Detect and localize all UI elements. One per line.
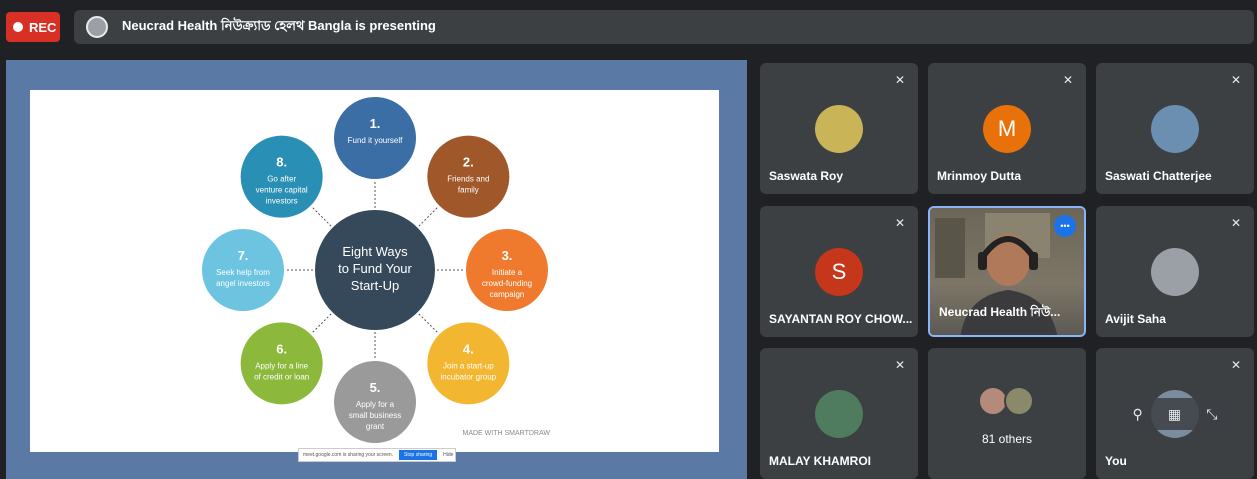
avatar	[815, 105, 863, 153]
mic-off-icon: ✕	[894, 73, 906, 87]
avatar: S	[815, 248, 863, 296]
participant-tile[interactable]: ✕ S SAYANTAN ROY CHOW...	[760, 206, 918, 337]
step-label: Join a start-up	[443, 361, 494, 370]
step-number: 3.	[502, 248, 513, 263]
minimize-icon[interactable]: ⤡	[1206, 406, 1217, 423]
step-number: 7.	[238, 248, 249, 263]
participant-name: Saswati Chatterjee	[1105, 169, 1212, 183]
step-label: Seek help from	[216, 268, 270, 277]
participant-name: Neucrad Health নিউ...	[939, 305, 1061, 319]
self-tile-controls: ⚲ ▦ ⤡	[1120, 398, 1230, 430]
participant-name: Avijit Saha	[1105, 312, 1166, 326]
step-label: grant	[366, 422, 385, 431]
avatar	[1151, 105, 1199, 153]
step-label: Fund it yourself	[348, 136, 403, 145]
connector-line	[418, 313, 439, 334]
presenting-banner: Neucrad Health নিউক্র্যাড হেলথ Bangla is…	[74, 10, 1254, 44]
shared-slide: 1. Fund it yourself 2. Friends and family 3. I…	[30, 90, 719, 452]
step-label: Apply for a line	[255, 361, 308, 370]
mic-off-icon: ✕	[1230, 216, 1242, 230]
step-label: Go after	[267, 175, 296, 184]
grid-icon[interactable]: ▦	[1168, 406, 1181, 423]
recording-label: REC	[29, 19, 57, 35]
presenting-text: Neucrad Health নিউক্র্যাড হেলথ Bangla is…	[122, 17, 436, 33]
active-speaker-tile[interactable]: ••• Neucrad Health নিউ...	[928, 206, 1086, 337]
step-label: crowd-funding	[482, 279, 532, 288]
step-label: incubator group	[441, 372, 497, 381]
headphone-left	[978, 252, 987, 270]
pin-icon[interactable]: ⚲	[1133, 406, 1143, 423]
step-label: family	[458, 186, 479, 195]
step-label: of credit or loan	[254, 372, 309, 381]
mic-off-icon: ✕	[1230, 73, 1242, 87]
avatar	[1151, 248, 1199, 296]
participant-tile[interactable]: ✕ Saswata Roy	[760, 63, 918, 194]
participant-tile[interactable]: ✕ M Mrinmoy Dutta	[928, 63, 1086, 194]
self-tile[interactable]: ✕ ⚲ ▦ ⤡ You	[1096, 348, 1254, 479]
step-number: 8.	[276, 155, 287, 170]
mic-off-icon: ✕	[894, 216, 906, 230]
step-number: 5.	[370, 380, 381, 395]
share-bar-text: meet.google.com is sharing your screen.	[303, 452, 394, 458]
center-title: Eight Ways	[342, 244, 408, 259]
step-label: venture capital	[256, 186, 308, 195]
footer-label: MADE WITH SMARTDRAW	[463, 430, 551, 437]
speaking-indicator-icon: •••	[1054, 215, 1076, 237]
avatar: M	[983, 105, 1031, 153]
wall-shelf	[935, 218, 965, 278]
step-label: small business	[349, 411, 401, 420]
participant-tile[interactable]: ✕ Saswati Chatterjee	[1096, 63, 1254, 194]
presentation-stage: 1. Fund it yourself 2. Friends and family 3. I…	[6, 60, 747, 479]
avatar-letter: M	[997, 116, 1017, 141]
step-number: 6.	[276, 341, 287, 356]
mic-off-icon: ✕	[1062, 73, 1074, 87]
connector-line	[311, 313, 332, 334]
avatar	[1004, 386, 1034, 416]
connector-line	[311, 206, 332, 227]
others-tile[interactable]: 81 others	[928, 348, 1086, 479]
step-number: 2.	[463, 155, 474, 170]
participant-name: MALAY KHAMROI	[769, 454, 872, 468]
slide-diagram: 1. Fund it yourself 2. Friends and family 3. I…	[202, 97, 551, 443]
participant-name: Saswata Roy	[769, 169, 844, 183]
center-title: Start-Up	[351, 278, 399, 293]
step-label: Apply for a	[356, 400, 395, 409]
top-bar: REC Neucrad Health নিউক্র্যাড হেলথ Bangl…	[0, 0, 1257, 48]
others-count: 81 others	[981, 432, 1033, 446]
step-label: campaign	[490, 290, 525, 299]
record-dot-icon	[13, 22, 23, 32]
step-label: Initiate a	[492, 268, 523, 277]
center-title: to Fund Your	[338, 261, 412, 276]
participant-name: You	[1105, 454, 1127, 468]
step-label: Friends and	[447, 175, 489, 184]
participant-tile[interactable]: ✕ Avijit Saha	[1096, 206, 1254, 337]
mic-off-icon: ✕	[894, 358, 906, 372]
presenter-avatar	[86, 16, 108, 38]
mic-off-icon: ✕	[1230, 358, 1242, 372]
recording-indicator: REC	[6, 12, 60, 42]
step-number: 4.	[463, 341, 474, 356]
participant-tile[interactable]: ✕ MALAY KHAMROI	[760, 348, 918, 479]
participant-name: Mrinmoy Dutta	[937, 169, 1021, 183]
avatar-letter: S	[831, 259, 847, 284]
screen-share-bar: meet.google.com is sharing your screen. …	[298, 448, 456, 462]
headphone-right	[1029, 252, 1038, 270]
step-number: 1.	[370, 116, 381, 131]
step-label: investors	[266, 197, 298, 206]
connector-line	[418, 206, 439, 227]
hide-button[interactable]: Hide	[443, 452, 453, 458]
step-label: angel investors	[216, 279, 270, 288]
stop-sharing-button[interactable]: Stop sharing	[399, 450, 438, 460]
avatar	[815, 390, 863, 438]
participant-name: SAYANTAN ROY CHOW...	[769, 312, 913, 326]
